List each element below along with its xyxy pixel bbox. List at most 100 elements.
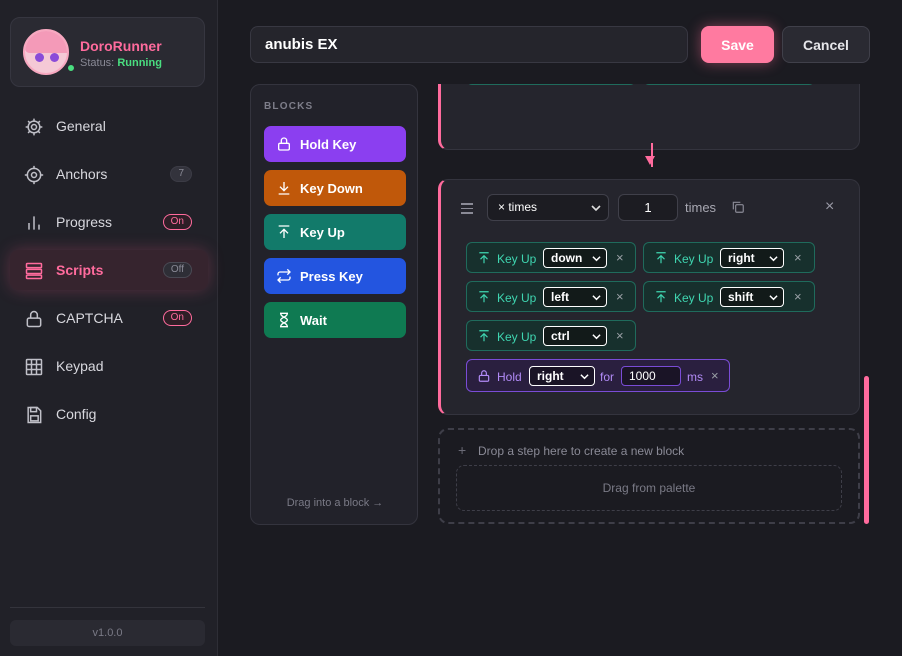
sidebar-item-label: Scripts — [56, 262, 104, 278]
version-label: v1.0.0 — [10, 620, 205, 646]
chevron-down-icon — [592, 295, 601, 301]
sidebar-item-label: Progress — [56, 214, 113, 230]
status-value: Running — [117, 57, 162, 69]
script-block: Key Up z × Wait 600 ms × — [438, 84, 860, 167]
arrow-up-from-line-icon — [278, 225, 290, 238]
remove-step-icon[interactable]: × — [616, 251, 624, 265]
remove-step-icon[interactable]: × — [711, 369, 719, 383]
hold-duration-input[interactable]: 1000 — [621, 366, 681, 386]
app-status: Status: Running — [80, 57, 162, 69]
palette-title: BLOCKS — [264, 101, 314, 112]
arrow-up-from-line-icon — [479, 252, 489, 264]
blocks-palette: BLOCKS Hold Key Key Down Key Up Press Ke… — [250, 84, 418, 525]
step-key-up[interactable]: Key Up z × — [466, 84, 636, 85]
palette-hint: Drag into a block → — [286, 497, 384, 509]
avatar — [23, 29, 69, 75]
hold-key-select[interactable]: right — [529, 366, 595, 386]
arrow-up-from-line-icon — [479, 291, 489, 303]
lock-icon — [478, 370, 490, 382]
sidebar-item-anchors[interactable]: Anchors 7 — [10, 154, 208, 194]
dropzone-target[interactable]: Drag from palette — [456, 465, 842, 511]
script-block: × times 1 times × Key Up down × Key Up r… — [438, 179, 860, 415]
sidebar-item-label: CAPTCHA — [56, 310, 123, 326]
remove-step-icon[interactable]: × — [616, 329, 624, 343]
remove-step-icon[interactable]: × — [616, 290, 624, 304]
palette-block-key-up[interactable]: Key Up — [264, 214, 406, 250]
app-name: DoroRunner — [80, 38, 162, 54]
arrow-up-from-line-icon — [479, 330, 489, 342]
palette-block-wait[interactable]: Wait — [264, 302, 406, 338]
step-wait[interactable]: Wait 600 ms × — [643, 84, 815, 85]
profile-card: DoroRunner Status: Running — [10, 17, 205, 87]
loop-label: times — [685, 200, 717, 215]
plus-icon: + — [458, 442, 467, 458]
chevron-down-icon — [769, 295, 778, 301]
sidebar-item-label: Config — [56, 406, 97, 422]
arrow-down-to-line-icon — [278, 182, 290, 195]
palette-block-key-down[interactable]: Key Down — [264, 170, 406, 206]
gear-icon — [25, 118, 43, 136]
key-select[interactable]: shift — [720, 287, 784, 307]
step-hold[interactable]: Hold right for 1000 ms × — [466, 359, 730, 392]
key-select[interactable]: right — [720, 248, 784, 268]
connector-arrow-icon — [645, 156, 655, 165]
chevron-down-icon — [769, 256, 778, 262]
sidebar-item-keypad[interactable]: Keypad — [10, 346, 208, 386]
sidebar-nav: General Anchors 7 Progress On Scripts Of… — [10, 106, 208, 442]
new-block-dropzone[interactable]: + Drop a step here to create a new block… — [438, 428, 860, 524]
chevron-down-icon — [591, 205, 601, 212]
save-icon — [27, 406, 42, 424]
sidebar-item-label: Anchors — [56, 166, 108, 182]
script-name-input[interactable] — [250, 26, 688, 63]
repeat-icon — [277, 268, 291, 284]
lock-icon — [26, 310, 42, 328]
status-badge: Off — [162, 262, 192, 278]
sidebar-item-scripts[interactable]: Scripts Off — [10, 250, 208, 290]
close-icon[interactable]: × — [825, 199, 834, 215]
chevron-down-icon — [592, 256, 601, 262]
crosshair-icon — [24, 165, 44, 185]
lock-icon — [278, 137, 290, 151]
bar-chart-icon — [28, 216, 40, 230]
status-badge: On — [162, 310, 192, 326]
sidebar: DoroRunner Status: Running General Ancho… — [0, 0, 218, 656]
key-select[interactable]: left — [543, 287, 607, 307]
chevron-down-icon — [580, 374, 589, 380]
step-key-up[interactable]: Key Up left × — [466, 281, 636, 312]
cancel-button[interactable]: Cancel — [782, 26, 870, 63]
drag-handle-icon[interactable] — [461, 203, 473, 214]
remove-step-icon[interactable]: × — [794, 251, 802, 265]
loop-mode-select[interactable]: × times — [487, 194, 609, 221]
sidebar-item-label: Keypad — [56, 358, 104, 374]
online-status-dot — [66, 63, 76, 73]
sidebar-item-progress[interactable]: Progress On — [10, 202, 208, 242]
count-badge: 7 — [170, 166, 192, 182]
loop-count-input[interactable]: 1 — [618, 194, 678, 221]
arrow-up-from-line-icon — [656, 252, 666, 264]
step-key-up[interactable]: Key Up ctrl × — [466, 320, 636, 351]
copy-icon[interactable] — [731, 200, 745, 214]
key-select[interactable]: ctrl — [543, 326, 607, 346]
sidebar-item-config[interactable]: Config — [10, 394, 208, 434]
dropzone-text: Drop a step here to create a new block — [478, 444, 685, 458]
step-key-up[interactable]: Key Up down × — [466, 242, 636, 273]
script-canvas: Key Up z × Wait 600 ms × × times 1 times… — [438, 84, 860, 534]
step-key-up[interactable]: Key Up shift × — [643, 281, 815, 312]
sidebar-divider — [10, 607, 205, 608]
save-button[interactable]: Save — [701, 26, 774, 63]
sidebar-item-general[interactable]: General — [10, 106, 208, 146]
sidebar-item-captcha[interactable]: CAPTCHA On — [10, 298, 208, 338]
grid-icon — [25, 358, 43, 376]
arrow-up-from-line-icon — [656, 291, 666, 303]
step-key-up[interactable]: Key Up right × — [643, 242, 815, 273]
palette-block-press-key[interactable]: Press Key — [264, 258, 406, 294]
scrollbar-thumb[interactable] — [864, 376, 869, 524]
hourglass-icon — [279, 312, 289, 328]
remove-step-icon[interactable]: × — [794, 290, 802, 304]
list-icon — [25, 262, 43, 280]
sidebar-item-label: General — [56, 118, 106, 134]
key-select[interactable]: down — [543, 248, 607, 268]
status-badge: On — [162, 214, 192, 230]
chevron-down-icon — [592, 334, 601, 340]
palette-block-hold-key[interactable]: Hold Key — [264, 126, 406, 162]
